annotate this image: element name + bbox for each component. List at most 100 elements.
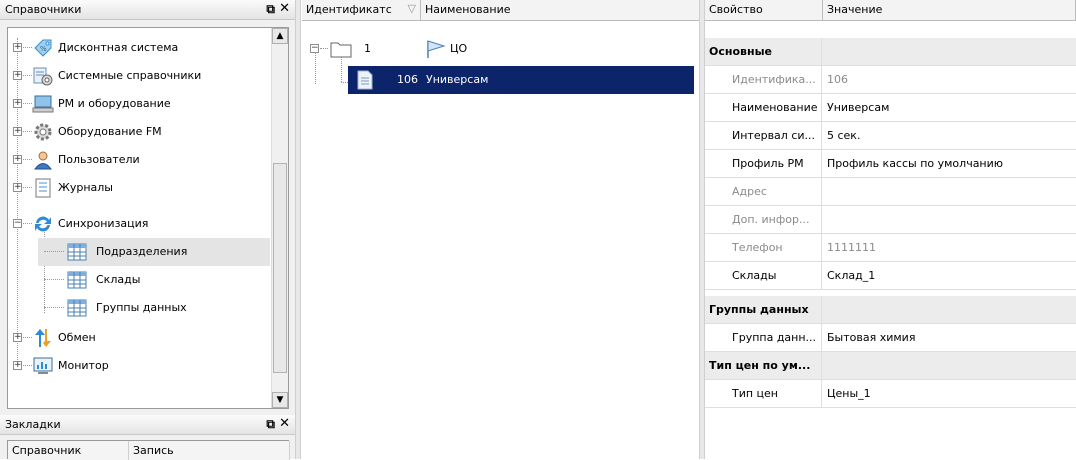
property-value: Профиль кассы по умолчанию	[827, 157, 1004, 170]
property-key: Доп. инфор...	[705, 206, 822, 233]
tree-item-label: Журналы	[58, 181, 113, 194]
expand-icon[interactable]: +	[13, 155, 22, 164]
table-icon	[67, 299, 87, 317]
expand-icon[interactable]: +	[13, 361, 22, 370]
tree-item-discount[interactable]: + % Дисконтная система	[8, 34, 270, 62]
tree-item-label: Синхронизация	[58, 217, 149, 230]
property-row[interactable]: Профиль РМ Профиль кассы по умолчанию	[705, 150, 1076, 178]
close-icon[interactable]: ✕	[279, 1, 290, 16]
property-category-label: Группы данных	[705, 296, 822, 323]
tree-item-label: Подразделения	[96, 245, 188, 258]
property-category-label: Тип цен по ум...	[705, 352, 822, 379]
scroll-thumb[interactable]	[273, 163, 287, 373]
tree-item-label: Группы данных	[96, 301, 187, 314]
property-row[interactable]: Интервал си... 5 сек.	[705, 122, 1076, 150]
tree-item-exchange[interactable]: + Обмен	[8, 324, 270, 352]
tree-item-label: Монитор	[58, 359, 109, 372]
collapse-icon[interactable]: −	[310, 44, 319, 53]
tree-scrollbar[interactable]: ▲ ▼	[271, 28, 288, 408]
property-value: Универсам	[827, 101, 890, 114]
expand-icon[interactable]: +	[13, 99, 22, 108]
property-key: Телефон	[705, 234, 822, 261]
sync-icon	[35, 216, 51, 232]
property-category-label: Основные	[705, 38, 822, 65]
property-key: Группа данн...	[705, 324, 822, 351]
tree-item-equipment-fm[interactable]: + Оборудование FM	[8, 118, 270, 146]
table-icon	[67, 271, 87, 289]
sort-icon: ▽	[407, 2, 416, 15]
property-row[interactable]: Доп. инфор...	[705, 206, 1076, 234]
catalogs-panel: Справочники ⧉ ✕ + % Дисконтная система +	[0, 0, 295, 460]
discount-icon: %	[34, 39, 52, 57]
property-value: 1111111	[827, 241, 876, 254]
bookmarks-table: Справочник Запись	[7, 440, 290, 460]
properties-column-value[interactable]: Значение	[823, 0, 1076, 21]
properties-column-property[interactable]: Свойство	[705, 0, 823, 21]
grid-column-id[interactable]: Идентификатс ▽	[302, 0, 421, 21]
row-name: ЦО	[450, 42, 468, 55]
expand-icon[interactable]: +	[13, 71, 22, 80]
property-value: 5 сек.	[827, 129, 861, 142]
tree-item-label: Склады	[96, 273, 141, 286]
property-category[interactable]: Основные	[705, 38, 1076, 66]
grid-column-name[interactable]: Наименование	[421, 0, 700, 21]
tree-item-warehouses[interactable]: Склады	[38, 266, 270, 294]
tree-item-subdivisions[interactable]: Подразделения	[38, 238, 270, 266]
property-value: Бытовая химия	[827, 331, 916, 344]
property-category[interactable]: Тип цен по ум...	[705, 352, 1076, 380]
folder-icon	[330, 42, 352, 58]
scroll-up-icon[interactable]: ▲	[272, 28, 288, 44]
property-row[interactable]: Идентифика... 106	[705, 66, 1076, 94]
tree-item-label: Дисконтная система	[58, 41, 179, 54]
float-window-icon[interactable]: ⧉	[266, 2, 275, 17]
tree-item-journals[interactable]: + Журналы	[8, 174, 270, 202]
property-key: Профиль РМ	[705, 150, 822, 177]
tree-item-users[interactable]: + Пользователи	[8, 146, 270, 174]
tree-item-label: РМ и оборудование	[58, 97, 171, 110]
expand-icon[interactable]: +	[13, 183, 22, 192]
tree-item-sync[interactable]: − Синхронизация	[8, 210, 270, 238]
property-row[interactable]: Тип цен Цены_1	[705, 380, 1076, 408]
tree-item-workstations[interactable]: + РМ и оборудование	[8, 90, 270, 118]
property-row[interactable]: Склады Склад_1	[705, 262, 1076, 290]
float-window-icon[interactable]: ⧉	[266, 417, 275, 432]
property-row[interactable]: Телефон 1111111	[705, 234, 1076, 262]
property-row[interactable]: Группа данн... Бытовая химия	[705, 324, 1076, 352]
tree-item-data-groups[interactable]: Группы данных	[38, 294, 270, 322]
grid-header: Идентификатс ▽ Наименование	[302, 0, 700, 21]
expand-icon[interactable]: +	[13, 333, 22, 342]
gear-icon	[34, 123, 52, 141]
svg-text:%: %	[40, 45, 47, 53]
catalogs-tree[interactable]: + % Дисконтная система + Системные справ…	[7, 27, 289, 409]
table-row[interactable]: 106 Универсам	[302, 66, 700, 94]
property-value: Склад_1	[827, 269, 876, 282]
catalogs-panel-header: Справочники ⧉ ✕	[0, 0, 295, 20]
property-key: Склады	[705, 262, 822, 289]
system-catalogs-icon	[33, 67, 53, 86]
scroll-down-icon[interactable]: ▼	[272, 392, 288, 408]
bookmarks-panel-title: Закладки	[5, 418, 61, 431]
property-value: Цены_1	[827, 387, 871, 400]
document-icon	[357, 70, 373, 90]
collapse-icon[interactable]: −	[13, 219, 22, 228]
tree-item-label: Системные справочники	[58, 69, 202, 82]
workstation-icon	[32, 95, 54, 113]
table-icon	[67, 243, 87, 261]
monitor-icon	[33, 357, 53, 374]
bookmarks-column-header[interactable]: Справочник	[8, 441, 129, 460]
table-row[interactable]: − 1 ЦО	[302, 35, 700, 63]
tree-item-system-catalogs[interactable]: + Системные справочники	[8, 62, 270, 90]
property-key: Адрес	[705, 178, 822, 205]
expand-icon[interactable]: +	[13, 43, 22, 52]
property-key: Наименование	[705, 94, 822, 121]
close-icon[interactable]: ✕	[279, 416, 290, 431]
flag-icon	[427, 40, 446, 58]
row-id: 106	[397, 73, 418, 86]
splitter-left[interactable]	[295, 0, 301, 459]
property-row[interactable]: Наименование Универсам	[705, 94, 1076, 122]
bookmarks-column-header[interactable]: Запись	[129, 441, 290, 460]
property-category[interactable]: Группы данных	[705, 296, 1076, 324]
tree-item-monitor[interactable]: + Монитор	[8, 352, 270, 380]
property-row[interactable]: Адрес	[705, 178, 1076, 206]
expand-icon[interactable]: +	[13, 127, 22, 136]
